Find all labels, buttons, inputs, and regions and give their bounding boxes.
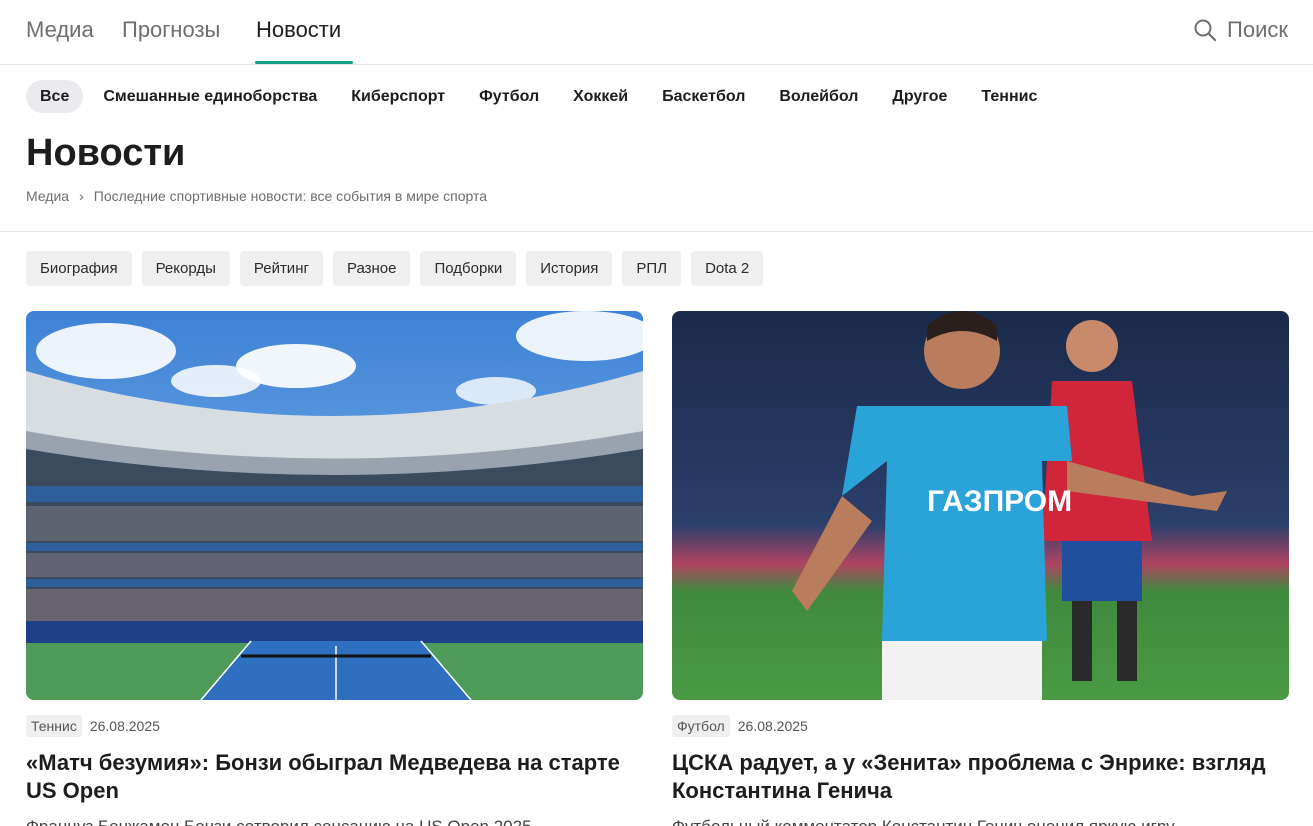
breadcrumb-current: Последние спортивные новости: все событи… [93,188,488,204]
news-card-title[interactable]: ЦСКА радует, а у «Зенита» проблема с Энр… [672,749,1289,805]
category-esports[interactable]: Киберспорт [337,80,459,113]
publish-date: 26.08.2025 [737,718,808,734]
tag-dota2[interactable]: Dota 2 [691,251,764,286]
news-card-image[interactable]: ГАЗПРОМ [672,311,1289,700]
category-badge[interactable]: Футбол [672,715,730,737]
chevron-right-icon: › [79,188,84,204]
breadcrumb: Медиа › Последние спортивные новости: вс… [26,188,487,204]
tag-rpl[interactable]: РПЛ [622,251,682,286]
section-divider [0,231,1313,232]
tag-collections[interactable]: Подборки [420,251,517,286]
tag-misc[interactable]: Разное [332,251,411,286]
category-other[interactable]: Другое [878,80,961,113]
category-tennis[interactable]: Теннис [967,80,1051,113]
category-football[interactable]: Футбол [465,80,553,113]
news-card-image[interactable] [26,311,643,700]
tag-history[interactable]: История [526,251,613,286]
tab-media[interactable]: Медиа [26,17,94,43]
search-button[interactable]: Поиск [1193,17,1288,43]
breadcrumb-root-link[interactable]: Медиа [26,188,69,204]
category-hockey[interactable]: Хоккей [559,80,642,113]
page-title: Новости [26,132,186,174]
news-card-meta: Футбол 26.08.2025 [672,715,1289,737]
news-card[interactable]: Теннис 26.08.2025 «Матч безумия»: Бонзи … [26,311,643,826]
news-card-title[interactable]: «Матч безумия»: Бонзи обыграл Медведева … [26,749,643,805]
news-card-excerpt: Футбольный комментатор Константин Генич … [672,815,1289,826]
top-navigation: Медиа Прогнозы Новости Поиск [0,0,1313,65]
category-badge[interactable]: Теннис [26,715,82,737]
search-icon [1194,19,1217,42]
active-tab-indicator [255,61,353,64]
tab-news[interactable]: Новости [256,17,341,43]
tag-list: Биография Рекорды Рейтинг Разное Подборк… [26,251,764,286]
category-all[interactable]: Все [26,80,84,113]
tag-biography[interactable]: Биография [26,251,132,286]
sport-categories: Все Смешанные единоборства Киберспорт Фу… [26,80,1057,113]
football-player-illustration: ГАЗПРОМ [672,311,1289,700]
category-volleyball[interactable]: Волейбол [765,80,872,113]
tab-forecasts[interactable]: Прогнозы [122,17,220,43]
category-mma[interactable]: Смешанные единоборства [89,80,331,113]
tag-records[interactable]: Рекорды [141,251,230,286]
publish-date: 26.08.2025 [89,718,160,734]
search-label: Поиск [1227,17,1288,42]
svg-text:ГАЗПРОМ: ГАЗПРОМ [927,485,1072,518]
tennis-stadium-illustration [26,311,643,700]
tag-rating[interactable]: Рейтинг [239,251,323,286]
category-basketball[interactable]: Баскетбол [648,80,759,113]
news-card-excerpt: Француз Бенжамен Бонзи сотворил сенсацию… [26,815,643,826]
news-card[interactable]: ГАЗПРОМ Футбол 26.08.2025 ЦСКА радует, а… [672,311,1289,826]
news-card-meta: Теннис 26.08.2025 [26,715,643,737]
